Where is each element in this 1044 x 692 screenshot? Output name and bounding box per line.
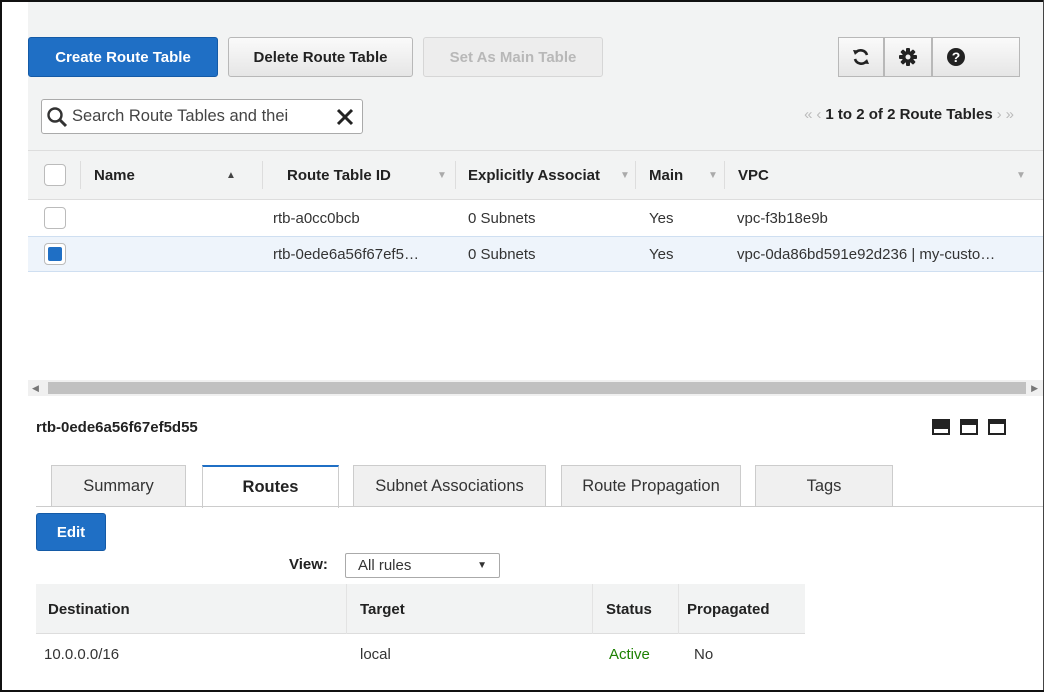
window-frame [0, 0, 1044, 692]
